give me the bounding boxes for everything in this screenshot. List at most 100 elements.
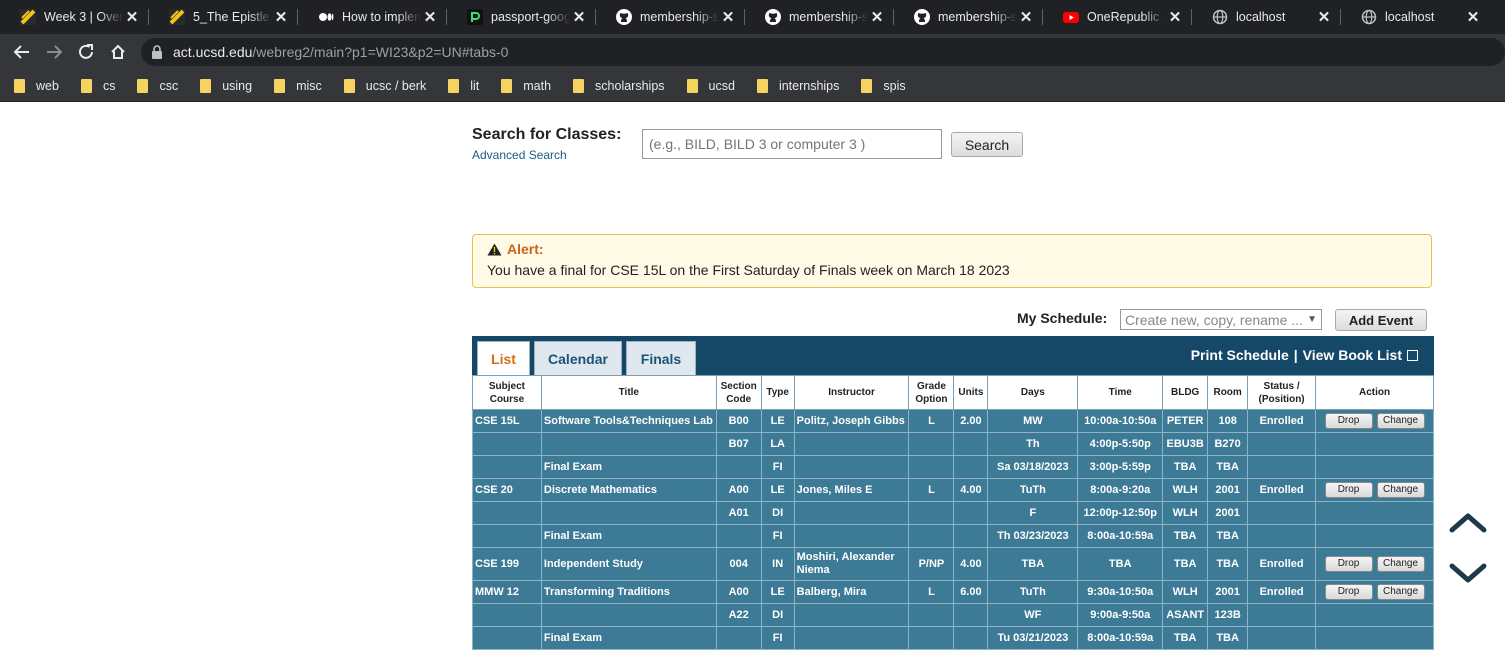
cell-days: Sa 03/18/2023 <box>987 455 1079 479</box>
close-icon[interactable]: ✕ <box>868 8 886 26</box>
tab-title: membership-site <box>938 10 1017 24</box>
col-units: Units <box>953 375 989 410</box>
cell-grade: L <box>908 478 955 502</box>
tab-finals[interactable]: Finals <box>626 341 696 375</box>
tab-calendar[interactable]: Calendar <box>534 341 622 375</box>
browser-tab[interactable]: membership-site ✕ <box>596 0 745 34</box>
bookmark-label: scholarships <box>595 78 665 93</box>
browser-tab[interactable]: How to implement ✕ <box>298 0 447 34</box>
close-icon[interactable]: ✕ <box>421 8 439 26</box>
close-icon[interactable]: ✕ <box>570 8 588 26</box>
tab-title: membership-site <box>640 10 719 24</box>
print-links: Print Schedule | View Book List <box>1191 347 1418 363</box>
bookmark-folder[interactable]: misc <box>274 78 322 93</box>
cell-type: DI <box>760 603 795 627</box>
scroll-up-chevron-icon[interactable] <box>1448 510 1488 534</box>
drop-button[interactable]: Drop <box>1324 413 1373 429</box>
bookmark-folder[interactable]: cs <box>80 78 115 93</box>
bookmark-folder[interactable]: scholarships <box>573 78 665 93</box>
add-event-button[interactable]: Add Event <box>1335 309 1427 331</box>
col-title: Title <box>540 375 717 410</box>
drop-button[interactable]: Drop <box>1324 556 1373 572</box>
tab-title: localhost <box>1236 10 1286 24</box>
close-icon[interactable]: ✕ <box>123 8 141 26</box>
cell-title <box>540 501 717 525</box>
close-icon[interactable]: ✕ <box>272 8 290 26</box>
bookmark-folder[interactable]: lit <box>448 78 479 93</box>
cell-units <box>953 501 989 525</box>
cell-days: TuTh <box>987 478 1079 502</box>
change-button[interactable]: Change <box>1376 482 1425 498</box>
bookmark-folder[interactable]: csc <box>137 78 178 93</box>
back-arrow-icon[interactable] <box>6 36 38 68</box>
bookmark-folder[interactable]: internships <box>756 78 839 93</box>
table-row: Final Exam FI Tu 03/21/2023 8:00a-10:59a TBA… <box>472 626 1434 650</box>
lock-icon[interactable] <box>151 45 173 59</box>
folder-icon <box>686 78 698 93</box>
bookmark-folder[interactable]: ucsc / berk <box>343 78 426 93</box>
close-icon[interactable]: ✕ <box>1017 8 1035 26</box>
drop-button[interactable]: Drop <box>1324 584 1373 600</box>
cell-course: CSE 20 <box>472 478 542 502</box>
external-link-icon[interactable] <box>1407 349 1418 361</box>
close-icon[interactable]: ✕ <box>1464 8 1482 26</box>
browser-tab[interactable]: Week 3 | Overview ✕ <box>0 0 149 34</box>
browser-tab[interactable]: localhost ✕ <box>1192 0 1341 34</box>
alert-box: Alert: You have a final for CSE 15L on t… <box>472 234 1432 288</box>
search-button[interactable]: Search <box>951 132 1023 157</box>
change-button[interactable]: Change <box>1376 413 1425 429</box>
bookmark-folder[interactable]: ucsd <box>686 78 735 93</box>
folder-icon <box>448 78 460 93</box>
tab-list[interactable]: List <box>477 341 530 375</box>
bookmark-folder[interactable]: math <box>501 78 551 93</box>
scroll-down-chevron-icon[interactable] <box>1448 562 1488 586</box>
browser-tab-strip: Week 3 | Overview ✕ 5_The Epistle of ✕ H… <box>0 0 1505 34</box>
cell-course <box>472 524 542 548</box>
table-header-row: Subject Course Title Section Code Type Ins… <box>472 375 1434 410</box>
browser-tab[interactable]: localhost ✕ <box>1341 0 1490 34</box>
print-schedule-link[interactable]: Print Schedule <box>1191 347 1289 363</box>
close-icon[interactable]: ✕ <box>1166 8 1184 26</box>
browser-tab[interactable]: passport-google ✕ <box>447 0 596 34</box>
col-action: Action <box>1315 375 1434 410</box>
close-icon[interactable]: ✕ <box>719 8 737 26</box>
home-icon[interactable] <box>102 36 134 68</box>
schedule-select[interactable]: Create new, copy, rename ... ▼ <box>1120 309 1322 330</box>
cell-time: 9:00a-9:50a <box>1077 603 1164 627</box>
close-icon[interactable]: ✕ <box>1315 8 1333 26</box>
forward-arrow-icon[interactable] <box>38 36 70 68</box>
view-book-list-link[interactable]: View Book List <box>1303 347 1402 363</box>
class-search-input[interactable] <box>642 129 942 159</box>
cell-days: TBA <box>987 547 1079 581</box>
change-button[interactable]: Change <box>1376 584 1425 600</box>
col-section-code: Section Code <box>715 375 762 410</box>
cell-instructor: Balberg, Mira <box>793 580 910 604</box>
alert-message: You have a final for CSE 15L on the Firs… <box>487 262 1010 278</box>
bookmark-folder[interactable]: web <box>14 78 59 93</box>
drop-button[interactable]: Drop <box>1324 482 1373 498</box>
reload-icon[interactable] <box>70 36 102 68</box>
cell-days: Th <box>987 432 1079 456</box>
cell-grade <box>908 626 955 650</box>
advanced-search-link[interactable]: Advanced Search <box>472 148 567 162</box>
browser-tab[interactable]: membership-site ✕ <box>894 0 1043 34</box>
cell-units: 2.00 <box>953 409 989 433</box>
col-type: Type <box>760 375 795 410</box>
browser-tab[interactable]: OneRepublic - C ✕ <box>1043 0 1192 34</box>
cell-action <box>1315 626 1434 650</box>
cell-bldg: WLH <box>1162 478 1209 502</box>
cell-title <box>540 432 717 456</box>
cell-course: CSE 199 <box>472 547 542 581</box>
cell-days: F <box>987 501 1079 525</box>
address-bar[interactable]: act.ucsd.edu/webreg2/main?p1=WI23&p2=UN#… <box>141 38 1505 66</box>
browser-tab[interactable]: 5_The Epistle of ✕ <box>149 0 298 34</box>
cell-type: FI <box>760 626 795 650</box>
cell-room: 2001 <box>1207 501 1249 525</box>
schedule-header: List Calendar Finals Print Schedule | Vi… <box>472 336 1434 375</box>
change-button[interactable]: Change <box>1376 556 1425 572</box>
bookmark-folder[interactable]: using <box>200 78 252 93</box>
browser-tab[interactable]: membership-site ✕ <box>745 0 894 34</box>
bookmark-folder[interactable]: spis <box>861 78 906 93</box>
cell-time: 4:00p-5:50p <box>1077 432 1164 456</box>
folder-icon <box>80 78 92 93</box>
